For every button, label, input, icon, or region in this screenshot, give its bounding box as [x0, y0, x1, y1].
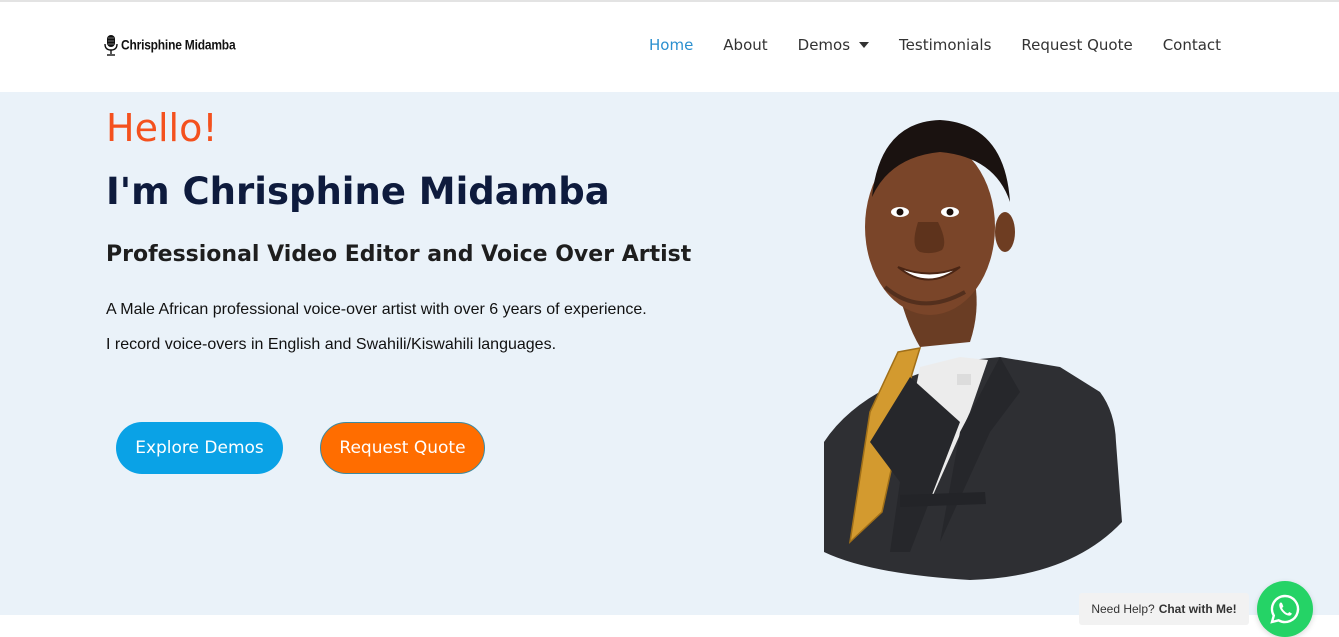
- nav-testimonials[interactable]: Testimonials: [899, 36, 991, 54]
- nav-about[interactable]: About: [723, 36, 767, 54]
- hero-subtitle: Professional Video Editor and Voice Over…: [106, 242, 692, 267]
- hero-description-line-1: A Male African professional voice-over a…: [106, 301, 647, 318]
- hero-greeting: Hello!: [106, 106, 218, 150]
- hero-section: Hello! I'm Chrisphine Midamba Profession…: [0, 92, 1339, 615]
- request-quote-button[interactable]: Request Quote: [320, 422, 485, 474]
- site-header: Chrisphine Midamba Home About Demos Test…: [0, 2, 1339, 92]
- whatsapp-icon: [1270, 594, 1300, 624]
- nav-contact[interactable]: Contact: [1163, 36, 1221, 54]
- main-nav: Home About Demos Testimonials Request Qu…: [649, 36, 1221, 54]
- chat-cta: Chat with Me!: [1158, 602, 1237, 616]
- microphone-icon: [104, 35, 118, 56]
- brand-logo[interactable]: Chrisphine Midamba: [104, 33, 236, 57]
- chat-bubble[interactable]: Need Help? Chat with Me!: [1079, 593, 1249, 625]
- nav-request-quote[interactable]: Request Quote: [1021, 36, 1132, 54]
- chat-prefix: Need Help?: [1091, 602, 1155, 616]
- explore-demos-button[interactable]: Explore Demos: [116, 422, 283, 474]
- nav-demos-label: Demos: [797, 36, 851, 54]
- caret-down-icon: [859, 42, 870, 48]
- nav-demos[interactable]: Demos: [797, 36, 870, 54]
- hero-description-line-2: I record voice-overs in English and Swah…: [106, 336, 557, 353]
- portrait-image: [824, 120, 1122, 580]
- brand-name: Chrisphine Midamba: [121, 36, 236, 54]
- hero-title: I'm Chrisphine Midamba: [106, 170, 610, 213]
- whatsapp-button[interactable]: [1257, 581, 1313, 637]
- nav-home[interactable]: Home: [649, 36, 693, 54]
